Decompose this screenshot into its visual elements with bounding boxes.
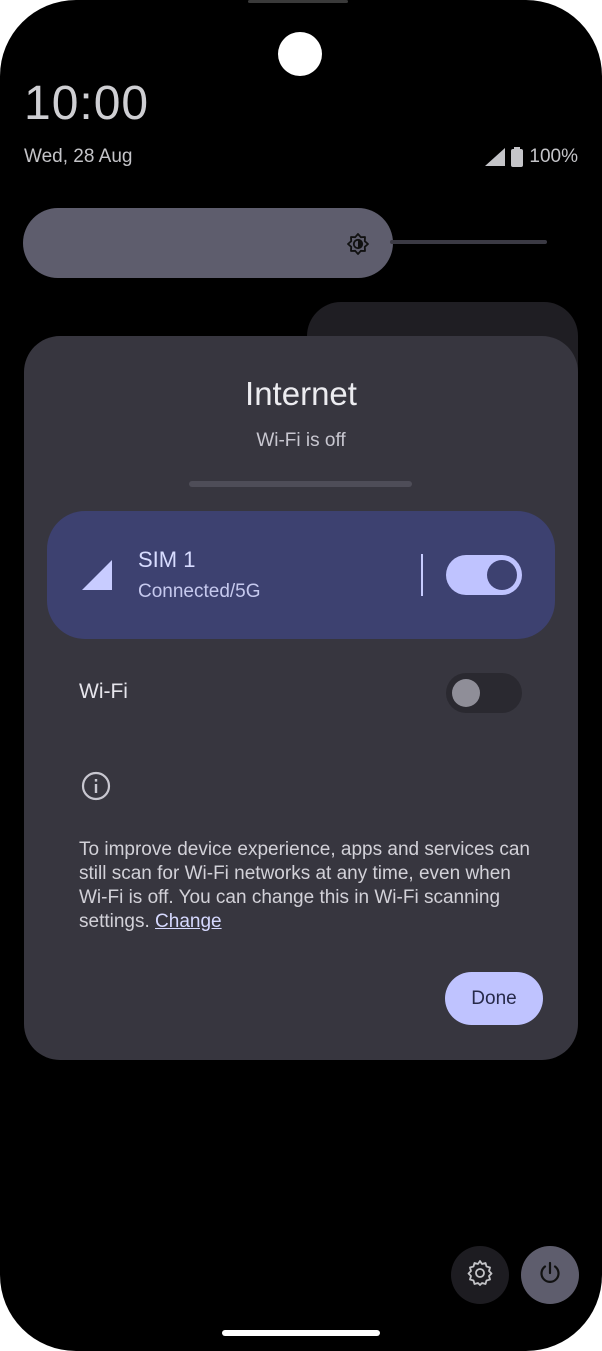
- front-camera: [278, 32, 322, 76]
- signal-icon: [82, 560, 112, 595]
- dialog-title: Internet: [245, 375, 357, 412]
- date: Wed, 28 Aug: [24, 146, 133, 167]
- info-icon: [81, 771, 111, 806]
- settings-button[interactable]: [451, 1246, 509, 1304]
- progress-divider: [189, 481, 412, 487]
- clock: 10:00: [24, 77, 150, 130]
- done-button[interactable]: Done: [445, 972, 543, 1025]
- wifi-toggle-knob: [452, 679, 480, 707]
- wifi-toggle[interactable]: [446, 673, 522, 713]
- battery-icon: [511, 147, 524, 167]
- power-button[interactable]: [521, 1246, 579, 1304]
- gear-icon: [467, 1259, 493, 1291]
- signal-icon: [485, 148, 506, 166]
- top-edge: [248, 0, 348, 3]
- wifi-scanning-text: To improve device experience, apps and s…: [79, 839, 530, 932]
- sim-toggle-knob: [487, 560, 517, 590]
- sim-separator: [421, 554, 423, 596]
- change-link[interactable]: Change: [155, 911, 222, 932]
- battery-percent: 100%: [529, 146, 578, 167]
- sim-name: SIM 1: [138, 547, 196, 572]
- dialog-subtitle: Wi-Fi is off: [256, 430, 346, 451]
- sim-status: Connected/5G: [138, 581, 261, 602]
- brightness-slider[interactable]: [23, 208, 393, 278]
- phone-screen: 10:00 Wed, 28 Aug 100% Internet Wi-Fi is…: [0, 0, 602, 1351]
- brightness-track[interactable]: [390, 240, 547, 244]
- home-indicator[interactable]: [222, 1330, 380, 1336]
- status-icons: 100%: [485, 146, 578, 168]
- wifi-scanning-info: To improve device experience, apps and s…: [79, 838, 539, 934]
- power-icon: [537, 1260, 563, 1291]
- wifi-label: Wi-Fi: [79, 680, 128, 703]
- brightness-icon: [346, 232, 370, 261]
- sim-toggle[interactable]: [446, 555, 522, 595]
